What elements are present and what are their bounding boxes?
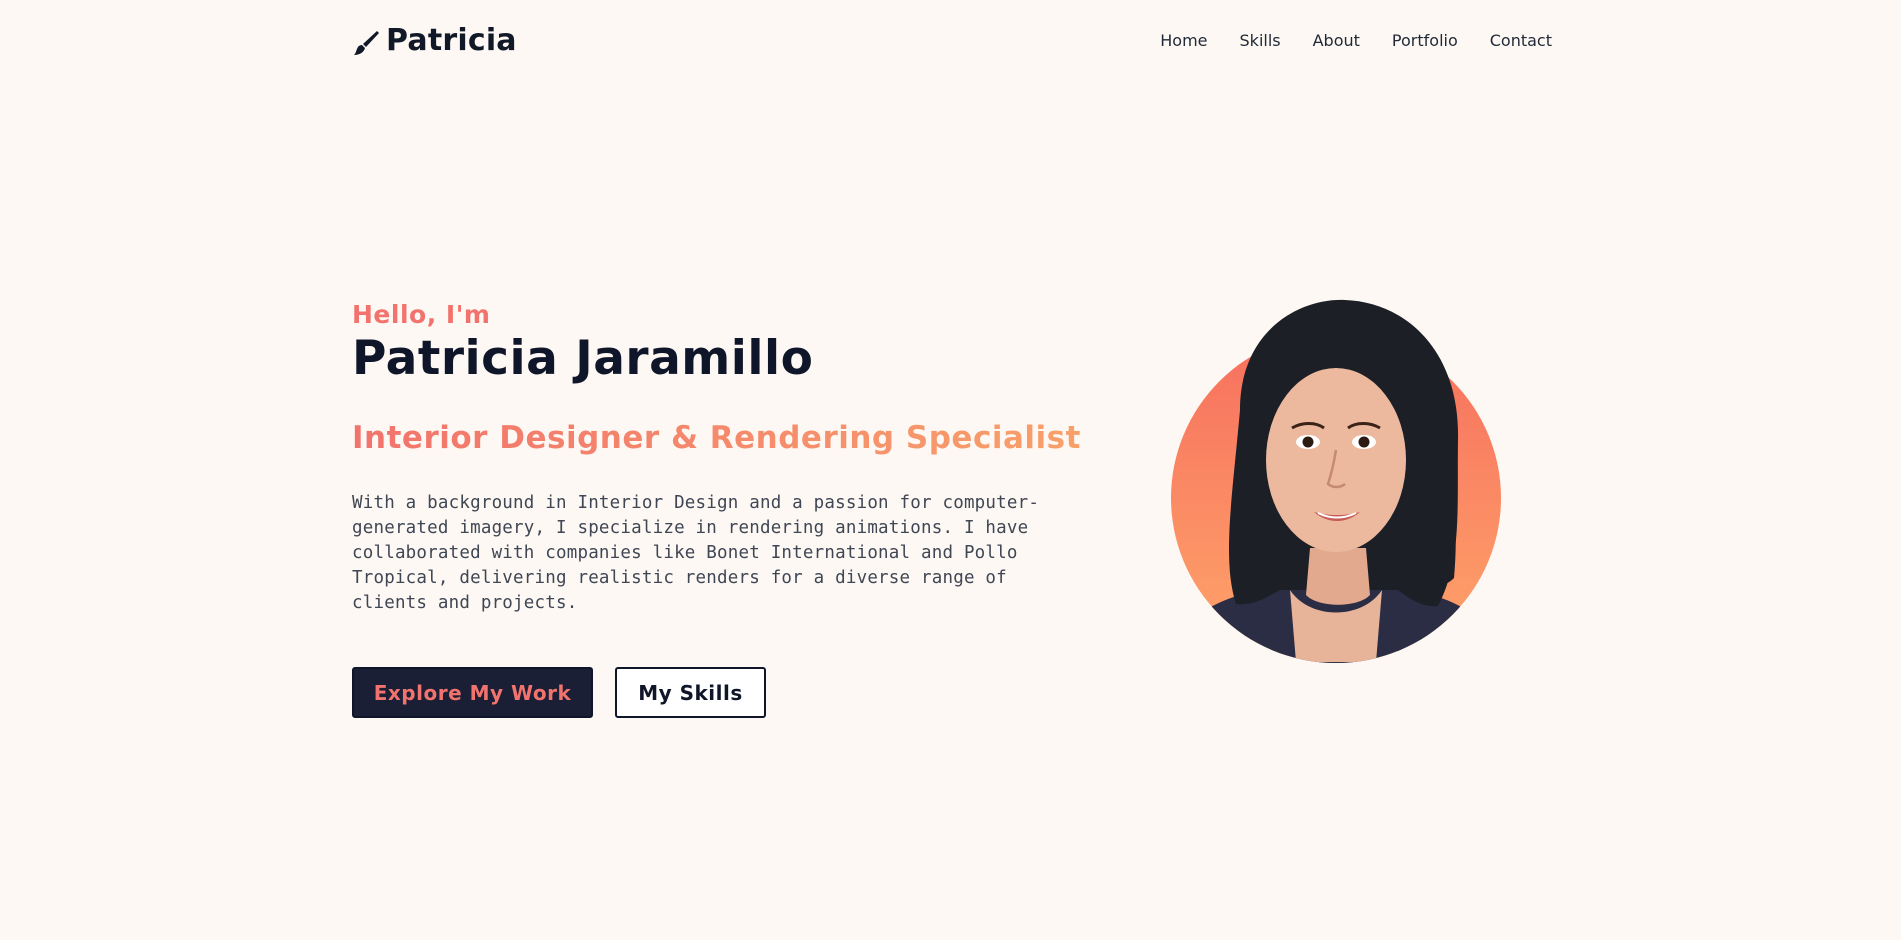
explore-work-button[interactable]: Explore My Work bbox=[352, 667, 593, 718]
my-skills-button[interactable]: My Skills bbox=[615, 667, 766, 718]
hero-greeting: Hello, I'm bbox=[352, 300, 491, 329]
page: Patricia Home Skills About Portfolio Con… bbox=[0, 0, 1901, 940]
logo[interactable]: Patricia bbox=[352, 23, 517, 58]
nav-contact[interactable]: Contact bbox=[1490, 31, 1552, 50]
site-header: Patricia Home Skills About Portfolio Con… bbox=[352, 18, 1552, 62]
nav-skills[interactable]: Skills bbox=[1240, 31, 1281, 50]
profile-portrait bbox=[1170, 290, 1502, 675]
nav-home[interactable]: Home bbox=[1160, 31, 1207, 50]
main-nav: Home Skills About Portfolio Contact bbox=[1160, 31, 1552, 50]
nav-about[interactable]: About bbox=[1313, 31, 1360, 50]
hero-section: Hello, I'm Patricia Jaramillo Interior D… bbox=[352, 300, 1112, 616]
nav-portfolio[interactable]: Portfolio bbox=[1392, 31, 1458, 50]
paintbrush-icon bbox=[352, 29, 380, 57]
hero-buttons: Explore My Work My Skills bbox=[352, 667, 766, 718]
brand-name: Patricia bbox=[386, 22, 517, 58]
hero-bio: With a background in Interior Design and… bbox=[352, 493, 1040, 614]
hero-role: Interior Designer & Rendering Specialist bbox=[352, 420, 1081, 457]
avatar bbox=[1182, 299, 1490, 663]
hero-name: Patricia Jaramillo bbox=[352, 331, 814, 386]
